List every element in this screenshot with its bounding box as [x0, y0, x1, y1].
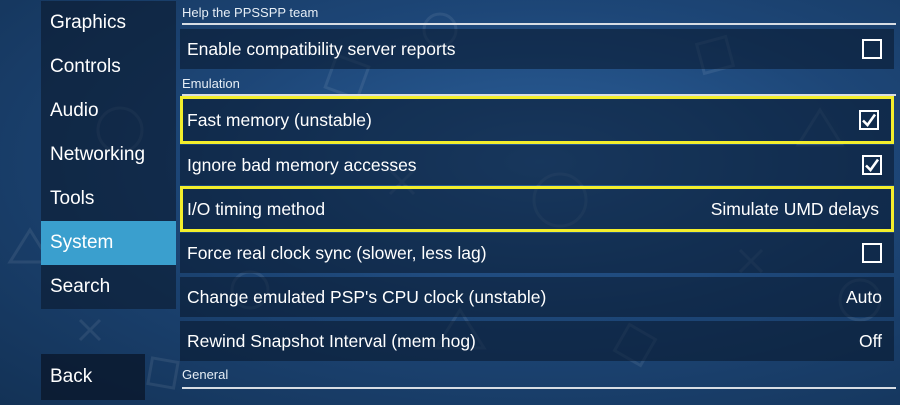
sidebar-item-networking[interactable]: Networking — [41, 133, 176, 177]
setting-compat-reports[interactable]: Enable compatibility server reports — [180, 29, 894, 69]
setting-label: I/O timing method — [187, 198, 326, 219]
setting-label: Change emulated PSP's CPU clock (unstabl… — [187, 286, 547, 307]
checkmark-icon — [862, 113, 877, 128]
setting-ignore-bad-memory[interactable]: Ignore bad memory accesses — [180, 145, 894, 185]
setting-value: Auto — [846, 286, 882, 307]
checkbox-unchecked[interactable] — [862, 243, 882, 263]
setting-rewind-interval[interactable]: Rewind Snapshot Interval (mem hog) Off — [180, 321, 894, 361]
section-header-emulation: Emulation — [182, 74, 896, 96]
setting-label: Rewind Snapshot Interval (mem hog) — [187, 330, 476, 351]
sidebar-item-system[interactable]: System — [41, 221, 176, 265]
setting-value: Off — [858, 330, 882, 351]
setting-force-clock-sync[interactable]: Force real clock sync (slower, less lag) — [180, 233, 894, 273]
checkbox-unchecked[interactable] — [862, 39, 882, 59]
back-button[interactable]: Back — [41, 354, 145, 400]
setting-label: Ignore bad memory accesses — [187, 154, 417, 175]
setting-cpu-clock[interactable]: Change emulated PSP's CPU clock (unstabl… — [180, 277, 894, 317]
section-header-help: Help the PPSSPP team — [182, 3, 896, 25]
sidebar-item-graphics[interactable]: Graphics — [41, 1, 176, 45]
setting-io-timing[interactable]: I/O timing method Simulate UMD delays — [180, 186, 894, 232]
checkbox-checked[interactable] — [862, 155, 882, 175]
setting-label: Force real clock sync (slower, less lag) — [187, 242, 487, 263]
setting-label: Enable compatibility server reports — [187, 38, 456, 59]
checkbox-checked[interactable] — [859, 110, 879, 130]
section-header-label: General — [182, 367, 229, 382]
setting-value: Simulate UMD delays — [710, 198, 879, 219]
setting-fast-memory[interactable]: Fast memory (unstable) — [180, 96, 894, 144]
section-divider — [182, 23, 896, 25]
settings-list: Help the PPSSPP team Enable compatibilit… — [178, 0, 896, 405]
sidebar: Graphics Controls Audio Networking Tools… — [0, 0, 180, 405]
sidebar-item-audio[interactable]: Audio — [41, 89, 176, 133]
section-header-general: General — [182, 365, 896, 389]
section-header-label: Help the PPSSPP team — [182, 5, 319, 20]
section-header-label: Emulation — [182, 76, 240, 91]
section-divider — [182, 387, 896, 389]
sidebar-item-tools[interactable]: Tools — [41, 177, 176, 221]
checkmark-icon — [865, 158, 880, 173]
sidebar-item-search[interactable]: Search — [41, 265, 176, 309]
setting-label: Fast memory (unstable) — [187, 109, 372, 130]
sidebar-item-controls[interactable]: Controls — [41, 45, 176, 89]
